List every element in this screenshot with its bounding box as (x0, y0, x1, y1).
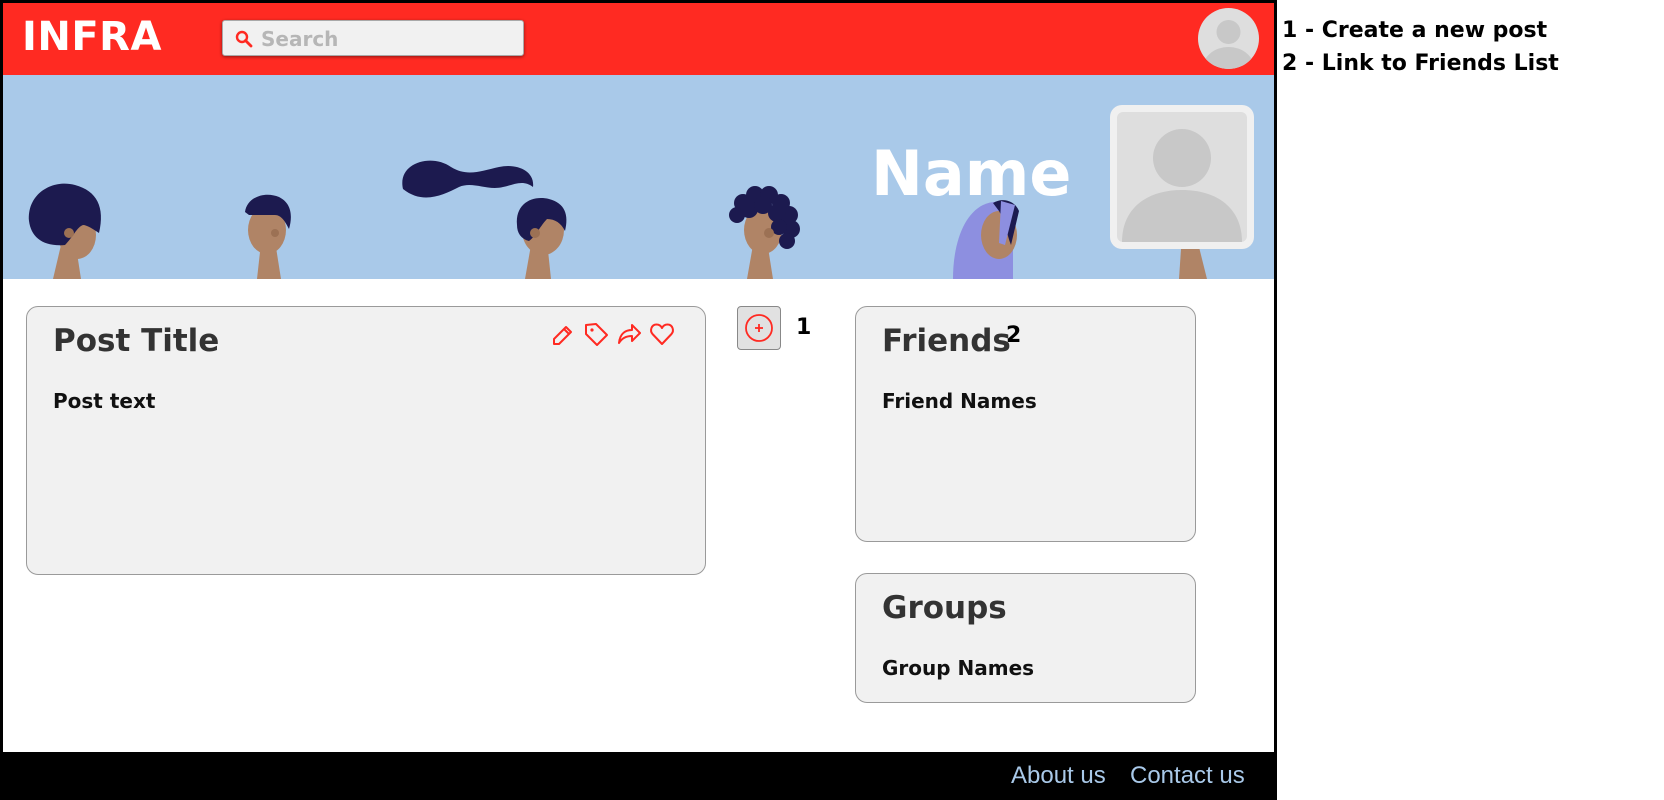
groups-card: Groups Group Names (855, 573, 1196, 703)
user-avatar-icon (1202, 20, 1255, 69)
profile-photo[interactable] (1110, 105, 1254, 249)
contact-us-link[interactable]: Contact us (1130, 762, 1245, 790)
post-text: Post text (53, 389, 156, 413)
legend-item-2: 2 - Link to Friends List (1282, 51, 1559, 76)
friends-card[interactable]: Friends 2 Friend Names (855, 306, 1196, 542)
about-us-link[interactable]: About us (1011, 762, 1106, 790)
post-actions (550, 321, 675, 347)
plus-circle-icon (745, 314, 773, 342)
top-navbar: INFRA (3, 3, 1274, 75)
friends-title[interactable]: Friends (882, 323, 1011, 359)
marker-1: 1 (796, 315, 812, 340)
group-names: Group Names (882, 656, 1035, 680)
marker-2: 2 (1006, 323, 1022, 348)
edit-icon[interactable] (550, 321, 576, 347)
annotation-legend: 1 - Create a new post 2 - Link to Friend… (1282, 14, 1559, 80)
tag-icon[interactable] (583, 321, 609, 347)
search-box[interactable] (222, 20, 524, 56)
heart-icon[interactable] (649, 321, 675, 347)
brand-logo[interactable]: INFRA (22, 14, 162, 60)
groups-title: Groups (882, 590, 1007, 626)
friend-names: Friend Names (882, 389, 1037, 413)
post-title: Post Title (53, 323, 220, 359)
app-window: INFRA Search Name Post Title Post text 1… (0, 0, 1277, 800)
profile-avatar-icon (1122, 129, 1242, 242)
profile-banner: Name (3, 75, 1274, 279)
search-icon (235, 30, 253, 48)
people-illustration (28, 160, 1207, 279)
share-icon[interactable] (616, 321, 642, 347)
footer: About us Contact us (3, 752, 1274, 797)
search-input[interactable] (259, 24, 518, 54)
post-card: Post Title Post text (26, 306, 706, 575)
user-avatar[interactable] (1198, 8, 1259, 69)
profile-name: Name (871, 137, 1072, 210)
new-post-button[interactable] (737, 306, 781, 350)
legend-item-1: 1 - Create a new post (1282, 18, 1548, 43)
